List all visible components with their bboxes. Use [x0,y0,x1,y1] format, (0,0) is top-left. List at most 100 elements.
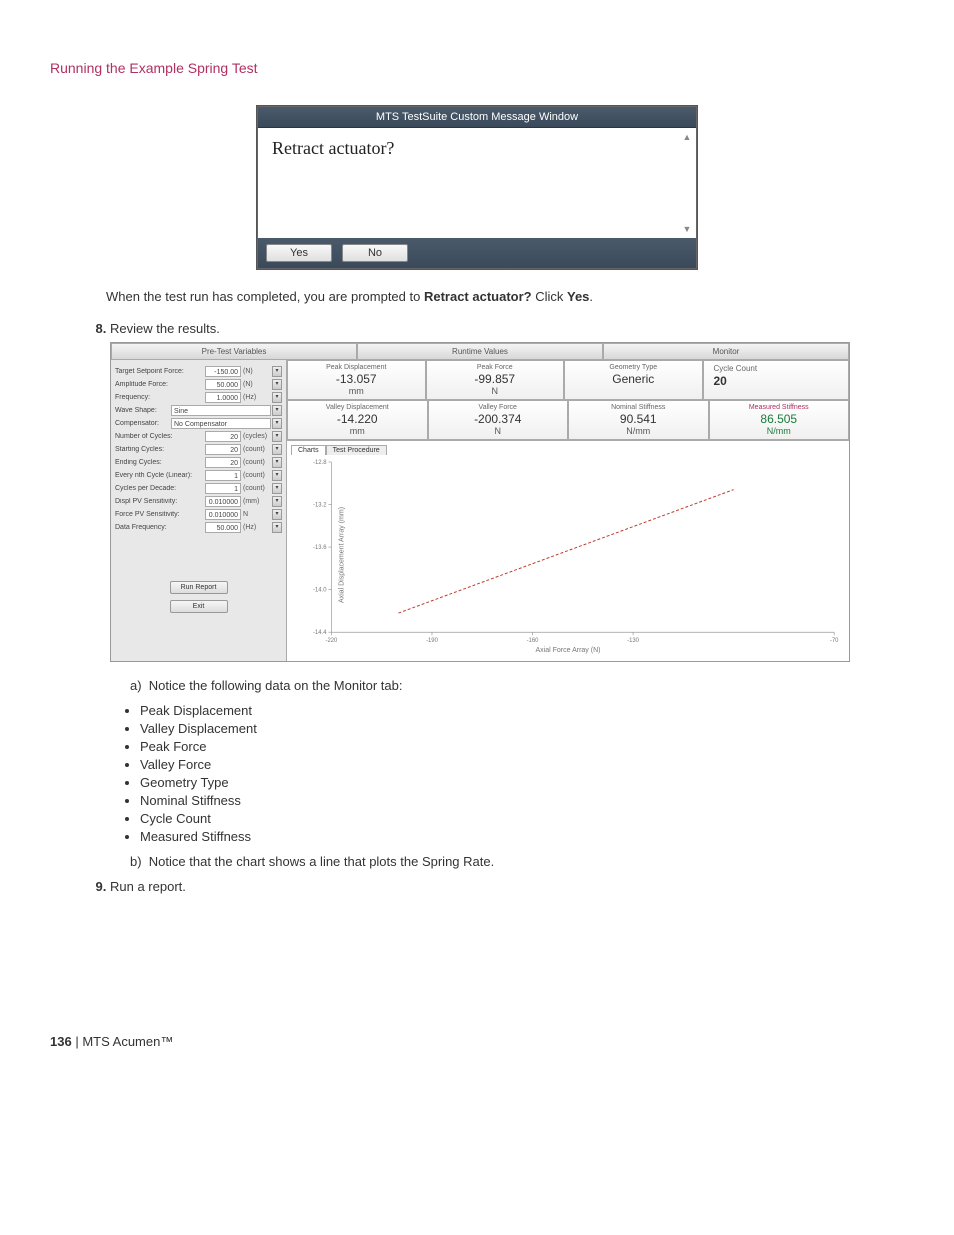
step-9: Run a report. [110,879,904,894]
readout-peak-force: Peak Force-99.857N [426,360,565,400]
yes-button[interactable]: Yes [266,244,332,262]
var-label: Number of Cycles: [115,433,205,440]
svg-text:-70: -70 [830,638,839,644]
intro-pre: When the test run has completed, you are… [106,289,424,304]
page-number: 136 [50,1034,72,1049]
every-nth-input[interactable]: 1 [205,470,241,481]
spring-rate-chart: -12.8-13.2-13.6-14.0-14.4-220-190-160-13… [291,455,845,655]
unit: (mm) [243,498,271,505]
compensator-select[interactable]: No Compensator [171,418,271,429]
dropdown-icon[interactable]: ▾ [272,444,282,455]
list-item: Peak Displacement [140,703,904,718]
dropdown-icon[interactable]: ▾ [272,379,282,390]
dropdown-icon[interactable]: ▾ [272,509,282,520]
var-label: Compensator: [115,420,169,427]
intro-paragraph: When the test run has completed, you are… [106,287,904,307]
svg-text:-190: -190 [426,638,439,644]
svg-text:-160: -160 [527,638,540,644]
var-label: Wave Shape: [115,407,169,414]
dropdown-icon[interactable]: ▾ [272,418,282,429]
x-axis-label: Axial Force Array (N) [536,647,601,654]
data-freq-input[interactable]: 50.000 [205,522,241,533]
unit: (Hz) [243,394,271,401]
step-8a: a) Notice the following data on the Moni… [130,678,904,693]
list-item: Geometry Type [140,775,904,790]
unit: (Hz) [243,524,271,531]
dialog-message: Retract actuator? [272,138,682,238]
end-cycles-input[interactable]: 20 [205,457,241,468]
unit: (N) [243,381,271,388]
displ-pv-input[interactable]: 0.010000 [205,496,241,507]
force-pv-input[interactable]: 0.010000 [205,509,241,520]
start-cycles-input[interactable]: 20 [205,444,241,455]
step-8a-text: Notice the following data on the Monitor… [149,678,403,693]
intro-bold2: Yes [567,289,589,304]
svg-text:-14.0: -14.0 [313,587,327,593]
svg-text:-220: -220 [326,638,339,644]
dropdown-icon[interactable]: ▾ [272,431,282,442]
svg-text:-14.4: -14.4 [313,630,327,636]
readout-peak-displacement: Peak Displacement-13.057mm [287,360,426,400]
dropdown-icon[interactable]: ▾ [272,522,282,533]
footer-tm: ™ [160,1034,173,1049]
unit: (N) [243,368,271,375]
dropdown-icon[interactable]: ▾ [272,405,282,416]
tab-pre-test-variables[interactable]: Pre-Test Variables [111,343,357,360]
list-item: Valley Displacement [140,721,904,736]
message-dialog: MTS TestSuite Custom Message Window Retr… [257,106,697,269]
section-title: Running the Example Spring Test [50,60,904,76]
exit-button[interactable]: Exit [170,600,228,613]
y-axis-label: Axial Displacement Array (mm) [339,506,346,602]
unit: (cycles) [243,433,271,440]
cycles-decade-input[interactable]: 1 [205,483,241,494]
unit: (count) [243,472,271,479]
var-label: Force PV Sensitivity: [115,511,205,518]
num-cycles-input[interactable]: 20 [205,431,241,442]
no-button[interactable]: No [342,244,408,262]
footer-sep: | [72,1034,83,1049]
step-8b-text: Notice that the chart shows a line that … [149,854,494,869]
wave-shape-select[interactable]: Sine [171,405,271,416]
var-label: Ending Cycles: [115,459,205,466]
dropdown-icon[interactable]: ▾ [272,457,282,468]
list-item: Nominal Stiffness [140,793,904,808]
readout-valley-force: Valley Force-200.374N [428,400,569,440]
readout-measured-stiffness: Measured Stiffness86.505N/mm [709,400,850,440]
unit: (count) [243,446,271,453]
dialog-scrollbar[interactable]: ▲ ▼ [680,132,694,234]
step-8: Review the results. Pre-Test Variables R… [110,321,904,869]
page-footer: 136 | MTS Acumen™ [50,1034,904,1049]
var-label: Displ PV Sensitivity: [115,498,205,505]
readout-nominal-stiffness: Nominal Stiffness90.541N/mm [568,400,709,440]
var-label: Starting Cycles: [115,446,205,453]
frequency-input[interactable]: 1.0000 [205,392,241,403]
intro-mid: Click [532,289,567,304]
dialog-titlebar: MTS TestSuite Custom Message Window [258,107,696,128]
dropdown-icon[interactable]: ▾ [272,366,282,377]
monitor-data-list: Peak DisplacementValley DisplacementPeak… [140,703,904,844]
var-label: Every nth Cycle (Linear): [115,472,205,479]
step-8-text: Review the results. [110,321,220,336]
amplitude-input[interactable]: 50.000 [205,379,241,390]
svg-text:-12.8: -12.8 [313,459,327,465]
var-label: Frequency: [115,394,205,401]
svg-text:-130: -130 [627,638,640,644]
list-item: Cycle Count [140,811,904,826]
tab-runtime-values[interactable]: Runtime Values [357,343,603,360]
pre-test-variables-panel: Target Setpoint Force:-150.00(N)▾ Amplit… [111,360,287,661]
step-9-text: Run a report. [110,879,186,894]
run-report-button[interactable]: Run Report [170,581,228,594]
tab-monitor[interactable]: Monitor [603,343,849,360]
var-label: Target Setpoint Force: [115,368,205,375]
scroll-up-icon[interactable]: ▲ [680,132,694,142]
dropdown-icon[interactable]: ▾ [272,470,282,481]
unit: (count) [243,459,271,466]
svg-text:-13.2: -13.2 [313,502,326,508]
list-item: Measured Stiffness [140,829,904,844]
readout-geometry-type: Geometry TypeGeneric [564,360,703,400]
scroll-down-icon[interactable]: ▼ [680,224,694,234]
dropdown-icon[interactable]: ▾ [272,483,282,494]
dropdown-icon[interactable]: ▾ [272,392,282,403]
dropdown-icon[interactable]: ▾ [272,496,282,507]
target-setpoint-input[interactable]: -150.00 [205,366,241,377]
